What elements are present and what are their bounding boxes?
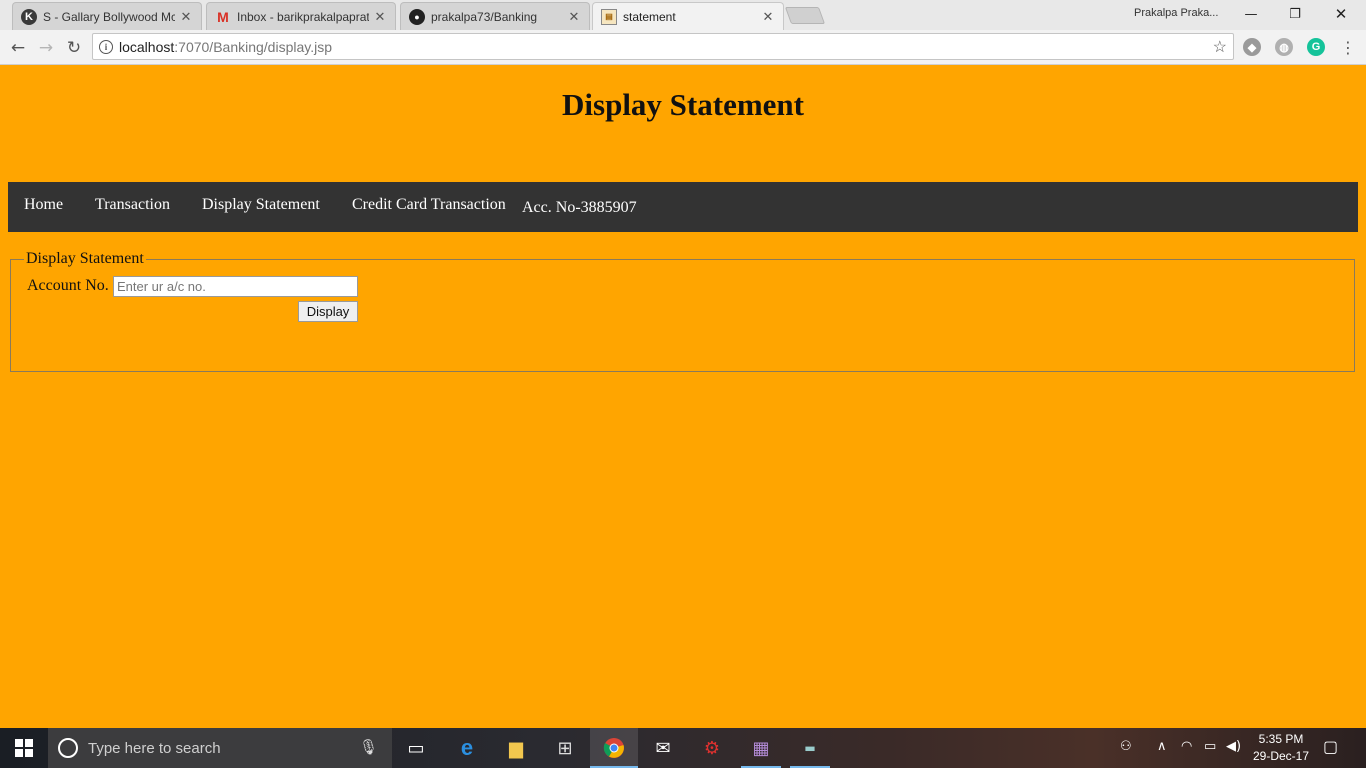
account-number-label: Acc. No-3885907 [522,199,637,216]
menu-icon[interactable]: ⋮ [1340,38,1356,57]
netbeans-icon[interactable]: ▦ [747,734,775,762]
mail-icon[interactable]: ✉ [649,734,677,762]
reload-icon[interactable]: ↻ [61,35,87,61]
notification-icon[interactable]: ▢ [1323,737,1338,756]
globe-icon[interactable]: ◍ [1275,38,1293,56]
main-navbar: Home Transaction Display Statement Credi… [8,182,1358,232]
wifi-icon[interactable]: ◠ [1181,739,1192,754]
mysql-icon[interactable]: ▬ [796,734,824,762]
back-icon[interactable]: ← [5,35,31,61]
tab-title: Inbox - barikprakalpaprat [237,9,369,24]
start-button[interactable] [0,728,48,768]
chrome-icon[interactable] [600,734,628,762]
browser-tab-bar: K S - Gallary Bollywood Mc ✕ M Inbox - b… [0,0,1366,30]
nav-transaction-link[interactable]: Transaction [95,196,170,214]
github-icon: ● [409,8,425,25]
microphone-icon[interactable]: 🎙 [359,738,378,756]
new-tab-button[interactable] [784,7,826,24]
windows-logo-icon [15,739,33,757]
windows-taskbar: Type here to search 🎙 ▭ e ▆ ⊞ ✉ ⚙ ▦ ▬ ⚇ … [0,728,1366,768]
store-icon[interactable]: ⊞ [551,734,579,762]
k-logo-icon: K [21,8,37,25]
browser-tab-inbox[interactable]: M Inbox - barikprakalpaprat ✕ [206,2,396,30]
app-red-icon[interactable]: ⚙ [698,734,726,762]
close-icon[interactable]: ✕ [373,9,387,25]
clock-time: 5:35 PM [1258,732,1304,746]
display-button[interactable]: Display [298,301,358,322]
chevron-up-icon[interactable]: ∧ [1157,739,1167,754]
tab-title: S - Gallary Bollywood Mc [43,9,175,24]
taskbar-clock[interactable]: 5:35 PM 29-Dec-17 [1250,731,1312,765]
tab-title: prakalpa73/Banking [431,9,538,24]
file-explorer-icon[interactable]: ▆ [502,734,530,762]
grammarly-icon[interactable]: G [1307,38,1325,56]
page-title: Display Statement [562,87,804,122]
nav-home-link[interactable]: Home [24,196,63,214]
account-no-input[interactable] [113,276,358,297]
url-path: :7070/Banking/display.jsp [174,38,332,55]
close-icon[interactable]: ✕ [761,9,775,25]
search-placeholder: Type here to search [88,739,221,757]
profile-name[interactable]: Prakalpa Praka... [1134,7,1218,19]
close-icon[interactable]: ✕ [179,9,193,25]
cortana-icon [58,738,78,758]
battery-icon[interactable]: ▭ [1204,739,1216,754]
browser-tab-statement[interactable]: ▤ statement ✕ [592,2,784,30]
restore-icon[interactable]: ❐ [1272,0,1318,28]
nav-credit-card-link[interactable]: Credit Card Transaction [352,196,506,214]
forward-icon[interactable]: → [33,35,59,61]
nav-display-statement-link[interactable]: Display Statement [202,196,320,214]
browser-tab-gallary[interactable]: K S - Gallary Bollywood Mc ✕ [12,2,202,30]
close-icon[interactable]: ✕ [567,9,581,25]
tab-title: statement [623,9,676,24]
close-window-icon[interactable]: ✕ [1318,0,1364,28]
people-icon[interactable]: ⚇ [1120,739,1132,754]
bookmark-star-icon[interactable]: ☆ [1213,37,1227,57]
clock-date: 29-Dec-17 [1252,749,1310,763]
extension-icon[interactable]: ◆ [1243,38,1261,56]
browser-toolbar: ← → ↻ i localhost:7070/Banking/display.j… [0,30,1366,65]
address-bar[interactable]: i localhost:7070/Banking/display.jsp ☆ [92,33,1234,60]
task-view-icon[interactable]: ▭ [402,734,430,762]
page-favicon-icon: ▤ [601,8,617,25]
minimize-icon[interactable]: — [1228,0,1274,28]
gmail-icon: M [217,8,229,25]
info-icon[interactable]: i [99,39,113,54]
edge-icon[interactable]: e [453,734,481,762]
volume-icon[interactable]: ◀) [1226,739,1241,754]
account-no-label: Account No. [27,277,109,294]
url-host: localhost [119,38,175,55]
browser-tab-github[interactable]: ● prakalpa73/Banking ✕ [400,2,590,30]
taskbar-search[interactable]: Type here to search 🎙 [48,728,392,768]
fieldset-legend: Display Statement [24,250,146,268]
